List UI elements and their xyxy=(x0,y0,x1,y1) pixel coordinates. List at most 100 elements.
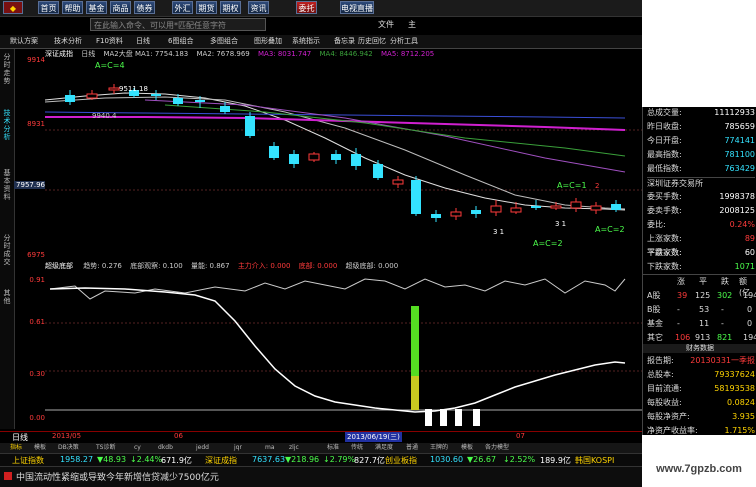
sidetab-trades[interactable]: 分时成交 xyxy=(1,234,13,266)
candle-body xyxy=(373,164,383,178)
tv-live-button[interactable]: 电视直播 xyxy=(340,1,374,14)
tool-six-charts[interactable]: 6图组合 xyxy=(168,36,193,47)
tool-system-indicator[interactable]: 系统指示 xyxy=(292,36,320,47)
candle-body xyxy=(611,204,621,210)
ticker-sh-name[interactable]: 上证指数 xyxy=(12,455,44,466)
indicator-tab[interactable]: TS诊断 xyxy=(96,443,115,453)
ind-super-bottom: 超级底部: 0.000 xyxy=(345,262,399,270)
sidetab-technical[interactable]: 技术分析 xyxy=(1,109,13,141)
stat-low: 最低指数: 763429 xyxy=(647,164,755,173)
candle-body xyxy=(550,205,562,209)
high-label: 9511.18 xyxy=(119,85,148,93)
indicator-tab[interactable]: 指标 xyxy=(10,443,22,453)
app-logo: ◆ xyxy=(3,1,23,14)
ticker-sz-name[interactable]: 深证成指 xyxy=(205,455,237,466)
home-button[interactable]: 首页 xyxy=(38,1,59,14)
indicator-tab[interactable]: DB决策 xyxy=(58,443,79,453)
breadth-header: 涨 平 跌 额(亿 xyxy=(677,277,751,297)
view-menu[interactable]: 主 xyxy=(408,19,416,30)
sidetab-intraday[interactable]: 分时走势 xyxy=(1,53,13,85)
tool-overlay[interactable]: 图形叠加 xyxy=(254,36,282,47)
indicator-tab[interactable]: dkdb xyxy=(158,443,173,453)
trade-button[interactable]: 委托 xyxy=(296,1,317,14)
ticker-sz-pct: ↓2.79% xyxy=(323,455,356,464)
date-label-jul: 07 xyxy=(516,432,525,440)
tool-multi-charts[interactable]: 多图组合 xyxy=(210,36,238,47)
signal-number-2: 2 xyxy=(595,182,599,190)
candle-body xyxy=(411,180,421,214)
signal-bar-white-3 xyxy=(455,409,462,426)
ma4-value: MA4: 8446.942 xyxy=(319,50,373,58)
file-menu[interactable]: 文件 xyxy=(378,19,394,30)
indicator-tab[interactable]: 普通 xyxy=(406,443,418,453)
ticker-cy-price: 1030.60 xyxy=(430,455,464,464)
news-headline[interactable]: 中国流动性紧缩或导致今年新增信贷减少7500亿元 xyxy=(16,470,219,483)
indicator-tab[interactable]: jedd xyxy=(196,443,209,453)
fin-total-shares: 总股本: 79337624 xyxy=(647,370,755,379)
ticker-kospi-name[interactable]: 韩国KOSPI xyxy=(575,455,614,466)
ind-y-label-3: 0.30 xyxy=(29,370,45,378)
tool-analysis[interactable]: 分析工具 xyxy=(390,36,418,47)
futures-button[interactable]: 期货 xyxy=(196,1,217,14)
ticker-sh-change: ▼48.93 xyxy=(97,455,127,464)
candle-body xyxy=(331,154,341,160)
date-label-jun: 06 xyxy=(174,432,183,440)
financial-title[interactable]: 财务数据 xyxy=(643,344,756,353)
indicator-tab[interactable]: 模板 xyxy=(34,443,46,453)
candle-body xyxy=(173,98,183,104)
tool-memo[interactable]: 备忘录 xyxy=(334,36,355,47)
index-name: 深证成指 xyxy=(45,50,73,58)
stat-decliners: 下跌家数: 1071 xyxy=(647,262,755,271)
stat-advancers: 上涨家数: 89 xyxy=(647,234,755,243)
ticker-cy-pct: ↓2.52% xyxy=(503,455,536,464)
candle-body xyxy=(590,205,602,211)
tool-default-scheme[interactable]: 默认方案 xyxy=(10,36,38,47)
indicator-tab[interactable]: 模板 xyxy=(461,443,473,453)
tool-f10[interactable]: F10资料 xyxy=(96,36,123,47)
indicator-tab[interactable]: 传统 xyxy=(351,443,363,453)
sidetab-other[interactable]: 其他 xyxy=(1,289,13,305)
ma1-value: MA2大盘 MA1: 7754.183 xyxy=(103,50,189,58)
command-input[interactable]: 在此输入命令、可以用*匹配任意字符 xyxy=(90,18,266,31)
trend-line-upper xyxy=(49,278,626,300)
financial-section: 财务数据 报告期: 20130331一季报 总股本: 79337624 目前流通: 5… xyxy=(643,344,756,435)
indicator-tab[interactable]: jqr xyxy=(234,443,242,453)
indicator-tab[interactable]: ma xyxy=(265,443,275,453)
indicator-tab[interactable]: 标准 xyxy=(327,443,339,453)
indicator-tab[interactable]: zljc xyxy=(289,443,299,453)
stat-high: 最高指数: 781100 xyxy=(647,150,755,159)
ma-line-magenta xyxy=(45,116,626,131)
commodity-button[interactable]: 商品 xyxy=(110,1,131,14)
fin-roe: 净资产收益率: 1.715% xyxy=(647,426,755,435)
main-y-label-mid: 8931 xyxy=(27,120,45,128)
candle-body xyxy=(245,116,255,136)
main-y-label-bottom: 6975 xyxy=(27,251,45,259)
ma5-value: MA5: 8712.205 xyxy=(380,50,435,58)
indicator-chart[interactable] xyxy=(45,271,642,426)
trading-app: ◆ 首页 帮助 基金 商品 债券 外汇 期货 期权 资讯 委托 电视直播 在此输… xyxy=(0,0,642,487)
stat-bid-ratio: 委比: 0.24% xyxy=(647,220,755,229)
candle-body xyxy=(431,214,441,218)
forex-button[interactable]: 外汇 xyxy=(172,1,193,14)
indicator-tab[interactable]: cy xyxy=(134,443,141,453)
fund-button[interactable]: 基金 xyxy=(86,1,107,14)
help-button[interactable]: 帮助 xyxy=(62,1,83,14)
candle-body xyxy=(450,211,462,217)
sidetab-fundamentals[interactable]: 基本资料 xyxy=(1,169,13,201)
news-button[interactable]: 资讯 xyxy=(248,1,269,14)
ind-main-force: 主力介入: 0.000 xyxy=(237,262,291,270)
indicator-tab[interactable]: 王牌的 xyxy=(430,443,448,453)
tool-technical[interactable]: 技术分析 xyxy=(54,36,82,47)
signal-bar-white-4 xyxy=(473,409,480,426)
tool-history[interactable]: 历史回忆 xyxy=(358,36,386,47)
main-y-label-top: 9914 xyxy=(27,56,45,64)
ticker-cy-name[interactable]: 创业板指 xyxy=(385,455,417,466)
news-ticker[interactable]: 中国流动性紧缩或导致今年新增信贷减少7500亿元 xyxy=(0,466,642,487)
options-button[interactable]: 期权 xyxy=(220,1,241,14)
bond-button[interactable]: 债券 xyxy=(134,1,155,14)
period-indicator[interactable]: 日线 xyxy=(12,432,28,443)
indicator-tab[interactable]: 各力模型 xyxy=(485,443,509,453)
indicator-tab[interactable]: 满足度 xyxy=(375,443,393,453)
tool-daily[interactable]: 日线 xyxy=(136,36,150,47)
candlestick-chart[interactable]: A=C=4 9511.18 9940.4 3 1 3 1 A=C=2 A=C=1… xyxy=(45,60,642,260)
